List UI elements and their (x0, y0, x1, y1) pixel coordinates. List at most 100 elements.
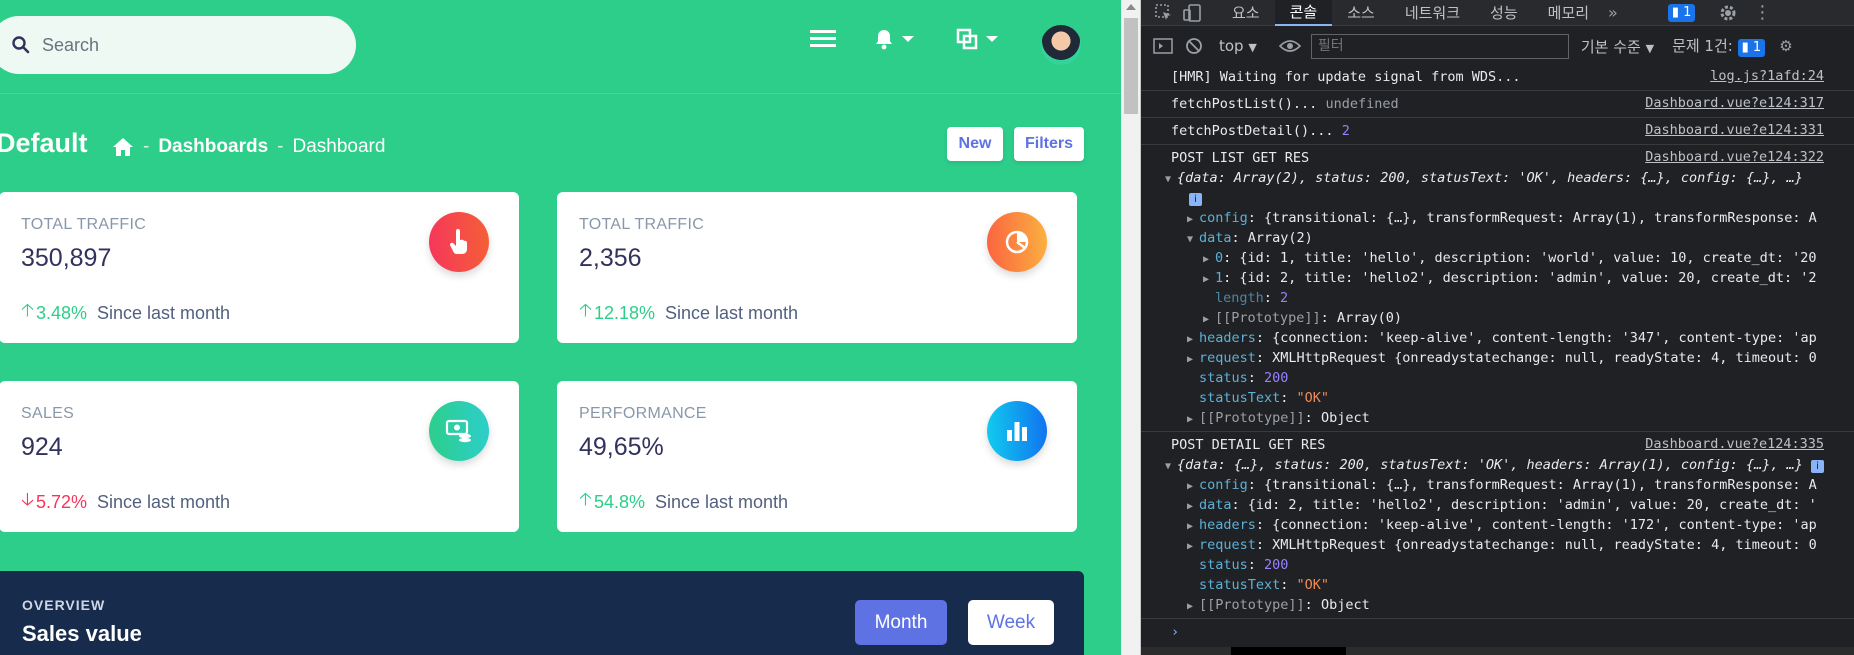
object-property[interactable]: ▶ request: XMLHttpRequest {onreadystatech… (1187, 535, 1826, 555)
arrow-up-icon: 🡡 (579, 489, 592, 509)
stat-card-total-traffic-2: TOTAL TRAFFIC 2,356 🡡 12.18% Since last … (557, 192, 1077, 343)
shortcuts-dropdown[interactable] (956, 28, 998, 50)
object-property[interactable]: ▶ 0: {id: 1, title: 'hello', description:… (1203, 248, 1826, 268)
source-link[interactable]: log.js?1afd:24 (1710, 68, 1824, 84)
overview-label: OVERVIEW (22, 597, 106, 613)
sales-overview-card: OVERVIEW Sales value Month Week (0, 571, 1084, 655)
arrow-up-icon: 🡡 (21, 300, 34, 320)
tab-performance[interactable]: 성능 (1475, 0, 1533, 26)
console-message: fetchPostList()... undefined Dashboard.v… (1141, 91, 1854, 118)
clear-console-icon[interactable] (1185, 37, 1203, 55)
breadcrumb-separator: - (277, 136, 284, 157)
context-selector[interactable]: top ▼ (1219, 37, 1257, 55)
console-text: fetchPostDetail()... (1171, 123, 1334, 139)
card-value: 924 (21, 433, 63, 461)
eye-icon[interactable] (1278, 38, 1301, 54)
arrow-up-icon: 🡡 (579, 300, 592, 320)
object-property[interactable]: ▶ request: XMLHttpRequest {onreadystatech… (1187, 348, 1826, 368)
filters-button[interactable]: Filters (1014, 127, 1084, 161)
object-property[interactable]: ▶ config: {transitional: {…}, transformRe… (1187, 208, 1826, 228)
hamburger-icon (810, 30, 836, 47)
console-output: [HMR] Waiting for update signal from WDS… (1141, 64, 1854, 655)
caret-down-icon: ▼ (1645, 41, 1655, 55)
console-settings-icon[interactable]: ⚙ (1779, 37, 1792, 55)
tab-elements[interactable]: 요소 (1217, 0, 1275, 26)
collapsed-triangle-icon: ▶ (1187, 354, 1194, 365)
collapsed-triangle-icon: ▶ (1203, 314, 1210, 325)
search-bar[interactable] (0, 16, 356, 74)
issues-counter[interactable]: 문제 1건: ▮ 1 (1672, 35, 1766, 57)
property-value: {connection: 'keep-alive', content-lengt… (1272, 330, 1817, 346)
week-button[interactable]: Week (968, 600, 1054, 645)
tab-console[interactable]: 콘솔 (1274, 0, 1333, 26)
object-property[interactable]: ▶ headers: {connection: 'keep-alive', con… (1187, 515, 1826, 535)
property-value: XMLHttpRequest {onreadystatechange: null… (1272, 537, 1817, 553)
object-property[interactable]: ▶ 1: {id: 2, title: 'hello2', description… (1203, 268, 1826, 288)
object-property[interactable]: ▶ config: {transitional: {…}, transformRe… (1187, 475, 1826, 495)
breadcrumb-dashboards[interactable]: Dashboards (158, 136, 268, 158)
object-property[interactable]: ▶ [[Prototype]]: Object (1187, 595, 1826, 615)
notifications-dropdown[interactable] (874, 28, 914, 50)
menu-toggle-button[interactable] (810, 28, 836, 48)
tab-memory[interactable]: 메모리 (1533, 0, 1604, 26)
property-value: {id: 2, title: 'hello2', description: 'a… (1239, 270, 1817, 286)
breadcrumb-dashboard: Dashboard (292, 136, 386, 157)
console-value: undefined (1325, 96, 1399, 112)
source-link[interactable]: Dashboard.vue?e124:331 (1645, 122, 1824, 138)
scrollbar-thumb[interactable] (1231, 647, 1346, 655)
tab-network[interactable]: 네트워크 (1390, 0, 1475, 26)
object-summary[interactable]: ▼ {data: {…}, status: 200, statusText: 'O… (1165, 455, 1826, 475)
search-input[interactable] (42, 34, 292, 56)
issues-count-badge: ▮ 1 (1737, 38, 1766, 57)
console-toolbar: top ▼ 기본 수준 ▼ 문제 1건: ▮ 1 ⚙ (1141, 33, 1854, 59)
home-icon[interactable] (112, 137, 134, 157)
breadcrumb-separator: - (143, 136, 150, 157)
tab-sources[interactable]: 소스 (1332, 0, 1390, 26)
dashboard-viewport: Default - Dashboards - Dashboard New Fil… (0, 0, 1121, 655)
object-property[interactable]: ▼ data: Array(2) (1187, 228, 1826, 248)
console-horizontal-scrollbar[interactable] (1141, 647, 1854, 655)
card-since: Since last month (654, 491, 789, 512)
card-footer: 🡡 54.8% Since last month (579, 487, 788, 517)
object-summary[interactable]: ▼ {data: Array(2), status: 200, statusTex… (1165, 168, 1826, 188)
month-button[interactable]: Month (855, 600, 947, 645)
console-prompt[interactable]: › (1141, 619, 1854, 645)
object-preview: {data: {…}, status: 200, statusText: 'OK… (1177, 457, 1803, 473)
property-value: XMLHttpRequest {onreadystatechange: null… (1272, 350, 1817, 366)
scrollbar-thumb[interactable] (1124, 18, 1138, 114)
source-link[interactable]: Dashboard.vue?e124:317 (1645, 95, 1824, 111)
property-value: Object (1320, 597, 1370, 613)
source-link[interactable]: Dashboard.vue?e124:335 (1645, 436, 1824, 452)
console-message-post-detail: POST DETAIL GET RES Dashboard.vue?e124:3… (1141, 432, 1854, 619)
message-icon: ▮ (1741, 40, 1749, 56)
object-property[interactable]: ▶ data: {id: 2, title: 'hello2', descript… (1187, 495, 1826, 515)
object-property[interactable]: ▶ [[Prototype]]: Object (1187, 408, 1826, 428)
console-filter-input[interactable] (1310, 33, 1569, 59)
scroll-up-arrow-icon[interactable] (1126, 4, 1136, 10)
object-property[interactable]: ▶ [[Prototype]]: Array(0) (1203, 308, 1826, 328)
collapsed-triangle-icon: ▶ (1187, 521, 1194, 532)
devtools-tab-bar: 요소 콘솔 소스 네트워크 성능 메모리 » ▮ 1 ⋮ (1141, 0, 1854, 26)
log-level-dropdown[interactable]: 기본 수준 ▼ (1581, 36, 1654, 57)
page-scrollbar[interactable] (1121, 0, 1141, 655)
new-button[interactable]: New (947, 127, 1003, 161)
collapsed-triangle-icon: ▶ (1187, 214, 1194, 225)
inspect-element-icon[interactable] (1155, 3, 1173, 22)
more-tabs-icon[interactable]: » (1608, 3, 1618, 22)
sidebar-toggle-icon[interactable] (1153, 37, 1173, 55)
source-link[interactable]: Dashboard.vue?e124:322 (1645, 149, 1824, 165)
collapsed-triangle-icon: ▶ (1187, 541, 1194, 552)
device-toolbar-icon[interactable] (1183, 3, 1203, 22)
property-value: Array(2) (1247, 230, 1313, 246)
card-since: Since last month (96, 491, 231, 512)
gear-icon[interactable] (1719, 4, 1737, 22)
console-text: fetchPostList()... (1171, 96, 1318, 112)
avatar[interactable] (1039, 23, 1083, 67)
more-options-icon[interactable]: ⋮ (1753, 2, 1771, 23)
info-icon: i (1810, 460, 1824, 473)
object-property[interactable]: ▶ headers: {connection: 'keep-alive', con… (1187, 328, 1826, 348)
expanded-triangle-icon: ▼ (1165, 174, 1172, 185)
collapsed-triangle-icon: ▶ (1187, 414, 1194, 425)
issues-badge[interactable]: ▮ 1 (1667, 3, 1696, 22)
stat-card-total-traffic: TOTAL TRAFFIC 350,897 🡡 3.48% Since last… (0, 192, 519, 343)
